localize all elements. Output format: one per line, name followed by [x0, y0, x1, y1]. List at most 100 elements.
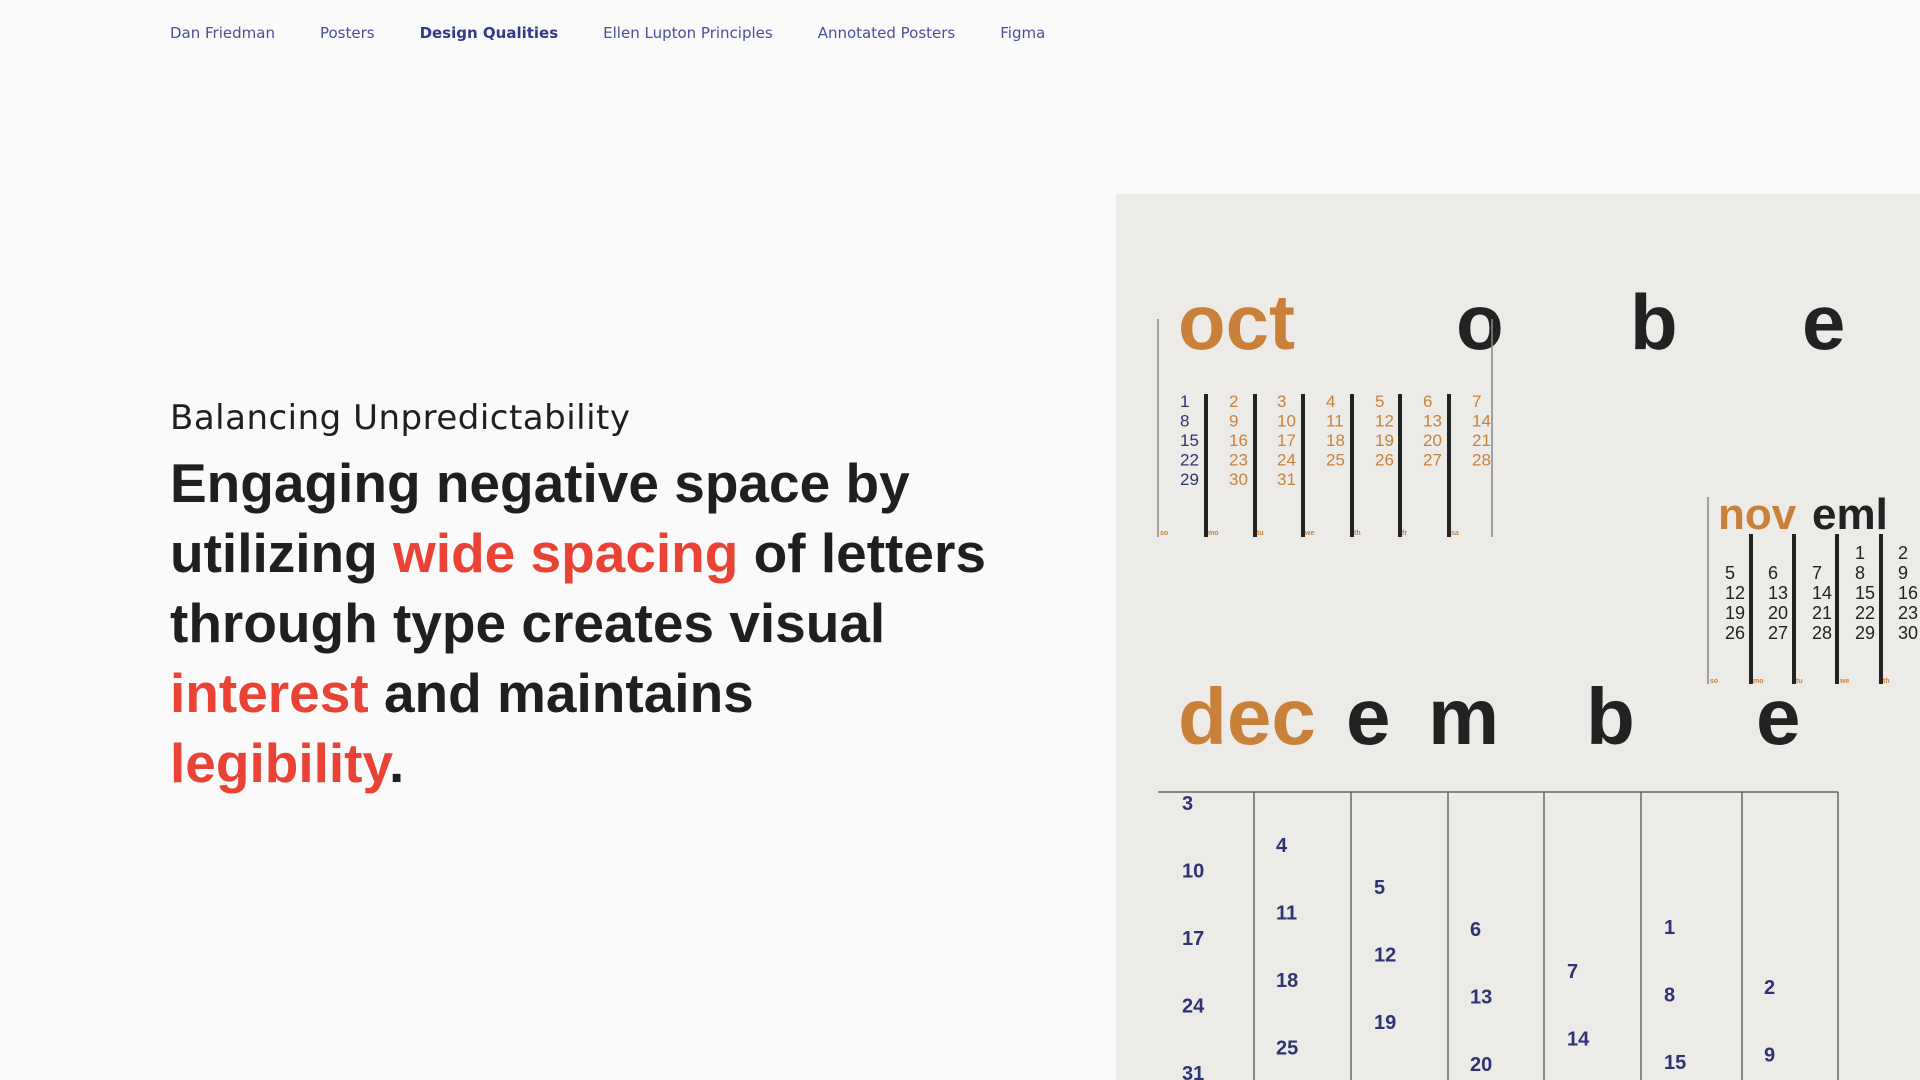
december-date: 2	[1764, 977, 1775, 999]
december-letter: b	[1586, 672, 1635, 761]
october-date: 14	[1472, 412, 1491, 431]
october-date: 17	[1277, 431, 1296, 450]
section-headline: Engaging negative space by utilizing wid…	[170, 448, 990, 798]
december-date: 1	[1664, 917, 1675, 939]
october-date: 27	[1423, 451, 1442, 470]
december-date: 17	[1182, 928, 1204, 950]
october-day-label: th	[1354, 530, 1361, 537]
november-day-label: we	[1839, 678, 1849, 685]
november-date: 22	[1855, 603, 1875, 623]
october-date: 10	[1277, 412, 1296, 431]
october-prefix: oct	[1178, 278, 1295, 366]
november-prefix: nov	[1718, 490, 1797, 539]
december-date: 13	[1470, 987, 1492, 1009]
october-date: 4	[1326, 392, 1335, 411]
section-eyebrow: Balancing Unpredictability	[170, 398, 631, 438]
november-date: 12	[1725, 583, 1745, 603]
november-date: 27	[1768, 623, 1788, 643]
headline-highlight-legibility: legibility	[170, 732, 390, 794]
november-day-label: so	[1710, 678, 1718, 685]
november-date: 23	[1898, 603, 1918, 623]
october-date: 26	[1375, 451, 1394, 470]
october-date: 19	[1375, 431, 1394, 450]
december-date: 9	[1764, 1045, 1775, 1067]
top-nav: Dan Friedman Posters Design Qualities El…	[170, 24, 1090, 42]
october-date: 29	[1180, 470, 1199, 489]
october-letter: o	[1456, 278, 1504, 366]
nav-link-design-qualities[interactable]: Design Qualities	[420, 24, 559, 42]
october-date: 21	[1472, 431, 1491, 450]
nav-link-posters[interactable]: Posters	[320, 24, 375, 42]
november-date: 20	[1768, 603, 1788, 623]
november-day-label: th	[1883, 678, 1890, 685]
october-date: 31	[1277, 470, 1296, 489]
october-date: 23	[1229, 451, 1248, 470]
october-date: 2	[1229, 392, 1238, 411]
december-date: 18	[1276, 970, 1298, 992]
october-date: 22	[1180, 451, 1199, 470]
december-date: 3	[1182, 793, 1193, 815]
october-day-label: so	[1160, 530, 1168, 537]
october-date: 28	[1472, 451, 1491, 470]
october-date: 20	[1423, 431, 1442, 450]
november-date: 26	[1725, 623, 1745, 643]
december-date: 14	[1567, 1029, 1590, 1051]
november-date: 14	[1812, 583, 1832, 603]
october-date: 6	[1423, 392, 1432, 411]
october-date: 1	[1180, 392, 1189, 411]
december-date: 24	[1182, 996, 1205, 1018]
november-date: 5	[1725, 563, 1735, 583]
october-date: 5	[1375, 392, 1384, 411]
october-day-label: sa	[1451, 530, 1459, 537]
october-date: 16	[1229, 431, 1248, 450]
november-date: 7	[1812, 563, 1822, 583]
october-date: 9	[1229, 412, 1238, 431]
december-date: 20	[1470, 1054, 1492, 1076]
december-date: 6	[1470, 919, 1481, 941]
december-date: 5	[1374, 877, 1385, 899]
october-date: 8	[1180, 412, 1189, 431]
december-date: 25	[1276, 1038, 1298, 1060]
december-letter: m	[1428, 672, 1499, 761]
october-date: 18	[1326, 431, 1345, 450]
calendar-poster-image: oct o b e 1 8 15 22 29 2 9 16 23 30 3 10 17 24 31 4 11 18 25 5 1…	[1116, 194, 1920, 1080]
october-date: 7	[1472, 392, 1481, 411]
december-date: 11	[1276, 903, 1297, 925]
nav-link-ellen-lupton-principles[interactable]: Ellen Lupton Principles	[603, 24, 773, 42]
december-date: 15	[1664, 1052, 1686, 1074]
nav-link-annotated-posters[interactable]: Annotated Posters	[818, 24, 956, 42]
november-date: 9	[1898, 563, 1908, 583]
headline-text: and maintains	[368, 662, 754, 724]
october-day-label: tu	[1257, 530, 1264, 537]
nav-link-dan-friedman[interactable]: Dan Friedman	[170, 24, 275, 42]
october-date: 11	[1326, 412, 1344, 431]
october-letter: e	[1802, 278, 1845, 366]
november-date: 29	[1855, 623, 1875, 643]
december-date: 12	[1374, 945, 1396, 967]
november-date: 21	[1812, 603, 1832, 623]
october-date: 3	[1277, 392, 1286, 411]
october-date: 13	[1423, 412, 1442, 431]
november-date: 30	[1898, 623, 1918, 643]
december-date: 7	[1567, 961, 1578, 983]
october-date: 15	[1180, 431, 1199, 450]
october-day-label: we	[1304, 530, 1314, 537]
december-date: 31	[1182, 1063, 1204, 1080]
nav-link-figma[interactable]: Figma	[1000, 24, 1045, 42]
november-date: 13	[1768, 583, 1788, 603]
headline-text: .	[389, 732, 405, 794]
december-prefix: dec	[1178, 672, 1316, 761]
october-date: 25	[1326, 451, 1345, 470]
calendar-poster-graphic: oct o b e1815222929162330310172431411182551…	[1157, 278, 1918, 1080]
december-date: 19	[1374, 1012, 1396, 1034]
december-letter: e	[1346, 672, 1391, 761]
november-date: 1	[1855, 543, 1865, 563]
november-date: 16	[1898, 583, 1918, 603]
november-date: 28	[1812, 623, 1832, 643]
december-date: 10	[1182, 861, 1204, 883]
october-day-label: mo	[1208, 530, 1219, 537]
october-letter: b	[1630, 278, 1678, 366]
november-date: 15	[1855, 583, 1875, 603]
november-suffix: eml	[1812, 490, 1888, 539]
december-date: 8	[1664, 985, 1675, 1007]
